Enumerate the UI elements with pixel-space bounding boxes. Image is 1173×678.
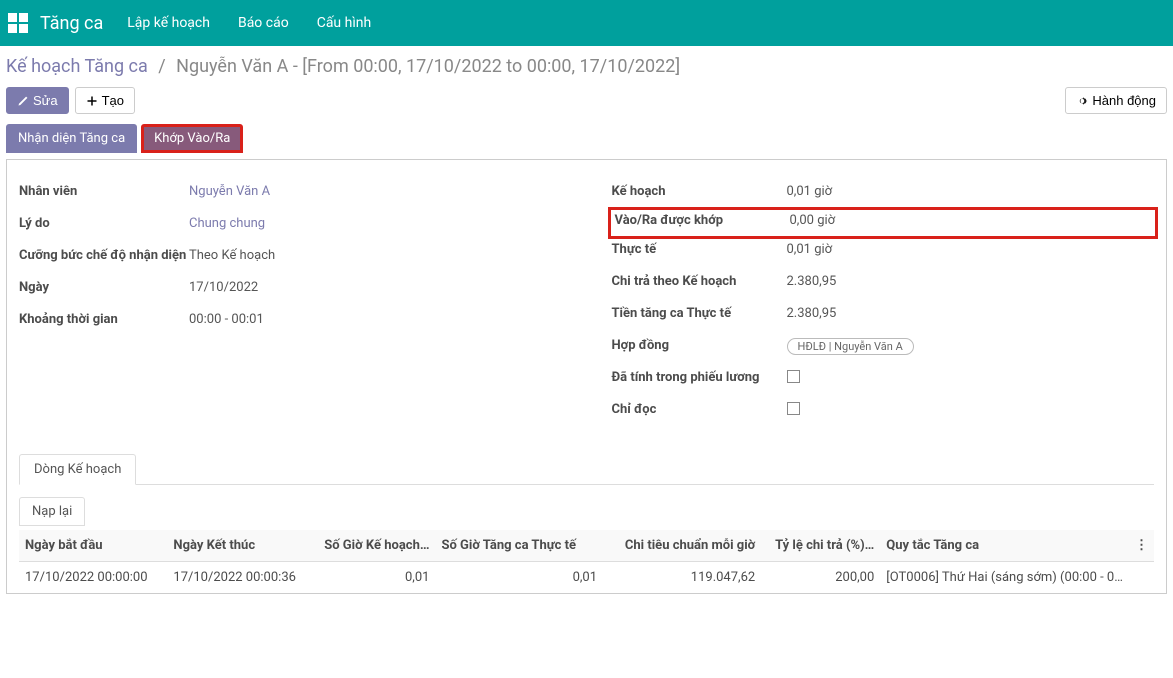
force-label: Cưỡng bức chế độ nhận diện bbox=[19, 248, 189, 265]
action-menu-label: Hành động bbox=[1092, 93, 1156, 108]
th-plan-h[interactable]: Số Giờ Kế hoạch… bbox=[316, 530, 436, 562]
readonly-label: Chỉ đọc bbox=[612, 402, 787, 419]
pay-actual-label: Tiền tăng ca Thực tế bbox=[612, 306, 787, 323]
th-std-cost[interactable]: Chi tiêu chuẩn mỗi giờ bbox=[603, 530, 761, 562]
contract-label: Hợp đồng bbox=[612, 338, 787, 355]
matched-value: 0,00 giờ bbox=[790, 213, 1152, 228]
breadcrumb-sep: / bbox=[152, 56, 171, 77]
range-value: 00:00 - 00:01 bbox=[189, 312, 562, 327]
force-value: Theo Kế hoạch bbox=[189, 248, 562, 263]
tab-match-inout[interactable]: Khớp Vào/Ra bbox=[141, 124, 243, 153]
form-sheet: Nhân viên Nguyễn Văn A Lý do Chung chung… bbox=[6, 159, 1167, 594]
matched-row-highlight: Vào/Ra được khớp 0,00 giờ bbox=[608, 207, 1159, 239]
breadcrumb-current: Nguyễn Văn A - [From 00:00, 17/10/2022 t… bbox=[176, 56, 680, 77]
reload-button[interactable]: Nạp lại bbox=[19, 497, 85, 526]
gear-icon bbox=[1076, 95, 1088, 107]
matched-label: Vào/Ra được khớp bbox=[615, 213, 790, 230]
actual-value: 0,01 giờ bbox=[787, 242, 1155, 257]
sub-tabs: Dòng Kế hoạch bbox=[19, 454, 1154, 485]
cell-plan-h: 0,01 bbox=[316, 562, 436, 594]
menu-config[interactable]: Cấu hình bbox=[317, 15, 372, 31]
table-row[interactable]: 17/10/2022 00:00:00 17/10/2022 00:00:36 … bbox=[19, 562, 1154, 594]
cell-std-cost: 119.047,62 bbox=[603, 562, 761, 594]
menu-plan[interactable]: Lập kế hoạch bbox=[127, 15, 210, 31]
employee-value[interactable]: Nguyễn Văn A bbox=[189, 184, 562, 199]
tab-recognition[interactable]: Nhận diện Tăng ca bbox=[6, 124, 137, 153]
th-col-menu[interactable]: ⋮ bbox=[1129, 530, 1154, 562]
th-start[interactable]: Ngày bắt đầu bbox=[19, 530, 167, 562]
th-rate[interactable]: Tỷ lệ chi trả (%)… bbox=[761, 530, 880, 562]
th-rule[interactable]: Quy tắc Tăng ca bbox=[880, 530, 1129, 562]
th-end[interactable]: Ngày Kết thúc bbox=[167, 530, 315, 562]
apps-icon[interactable] bbox=[8, 13, 28, 33]
range-label: Khoảng thời gian bbox=[19, 312, 189, 329]
contract-tag[interactable]: HĐLĐ | Nguyễn Văn A bbox=[787, 338, 914, 355]
edit-label: Sửa bbox=[33, 93, 58, 108]
menu-report[interactable]: Báo cáo bbox=[238, 15, 289, 31]
create-button[interactable]: Tạo bbox=[75, 87, 135, 114]
create-label: Tạo bbox=[102, 93, 124, 108]
payslip-label: Đã tính trong phiếu lương bbox=[612, 370, 787, 387]
topbar: Tăng ca Lập kế hoạch Báo cáo Cấu hình bbox=[0, 0, 1173, 46]
view-tabs: Nhận diện Tăng ca Khớp Vào/Ra bbox=[6, 124, 1167, 153]
th-actual-h[interactable]: Số Giờ Tăng ca Thực tế bbox=[435, 530, 603, 562]
app-title: Tăng ca bbox=[40, 13, 103, 34]
employee-label: Nhân viên bbox=[19, 184, 189, 201]
plus-icon bbox=[86, 95, 98, 107]
readonly-checkbox[interactable] bbox=[787, 402, 800, 415]
cell-end: 17/10/2022 00:00:36 bbox=[167, 562, 315, 594]
actual-label: Thực tế bbox=[612, 242, 787, 259]
cell-start: 17/10/2022 00:00:00 bbox=[19, 562, 167, 594]
plan-value: 0,01 giờ bbox=[787, 184, 1155, 199]
cell-actual-h: 0,01 bbox=[435, 562, 603, 594]
payslip-checkbox[interactable] bbox=[787, 370, 800, 383]
date-value: 17/10/2022 bbox=[189, 280, 562, 295]
form-right: Kế hoạch 0,01 giờ Vào/Ra được khớp 0,00 … bbox=[612, 178, 1155, 428]
subtab-plan-lines[interactable]: Dòng Kế hoạch bbox=[19, 454, 136, 485]
date-label: Ngày bbox=[19, 280, 189, 297]
pay-actual-value: 2.380,95 bbox=[787, 306, 1155, 321]
cell-rule: [OT0006] Thứ Hai (sáng sớm) (00:00 - 0… bbox=[880, 562, 1129, 594]
contract-value[interactable]: HĐLĐ | Nguyễn Văn A bbox=[787, 338, 1155, 355]
pay-plan-value: 2.380,95 bbox=[787, 274, 1155, 289]
pay-plan-label: Chi trả theo Kế hoạch bbox=[612, 274, 787, 291]
cell-rate: 200,00 bbox=[761, 562, 880, 594]
breadcrumb: Kế hoạch Tăng ca / Nguyễn Văn A - [From … bbox=[0, 46, 1173, 81]
plan-lines-table: Ngày bắt đầu Ngày Kết thúc Số Giờ Kế hoạ… bbox=[19, 530, 1154, 593]
reason-label: Lý do bbox=[19, 216, 189, 233]
action-menu-button[interactable]: Hành động bbox=[1065, 87, 1167, 114]
edit-button[interactable]: Sửa bbox=[6, 87, 69, 114]
breadcrumb-root[interactable]: Kế hoạch Tăng ca bbox=[6, 56, 148, 77]
form-left: Nhân viên Nguyễn Văn A Lý do Chung chung… bbox=[19, 178, 562, 428]
reason-value[interactable]: Chung chung bbox=[189, 216, 562, 231]
action-row: Sửa Tạo Hành động bbox=[0, 81, 1173, 124]
pencil-icon bbox=[17, 95, 29, 107]
topbar-menu: Lập kế hoạch Báo cáo Cấu hình bbox=[127, 15, 371, 31]
plan-label: Kế hoạch bbox=[612, 184, 787, 201]
